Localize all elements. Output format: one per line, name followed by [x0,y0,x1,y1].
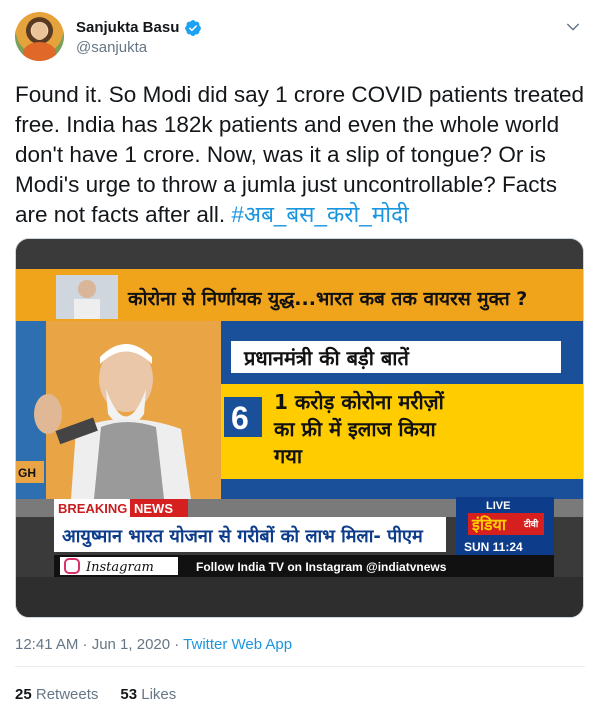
point-line-2: का फ्री में इलाज किया [273,417,436,441]
source-app-link[interactable]: Twitter Web App [183,636,292,653]
subheadline-text: प्रधानमंत्री की बड़ी बातें [243,346,410,370]
tv-screenshot: कोरोना से निर्णायक युद्ध...भारत कब तक वा… [16,239,583,617]
author-name-row: Sanjukta Basu [76,18,202,37]
clock: SUN 11:24 [464,540,523,554]
retweets-label: Retweets [35,686,99,703]
retweets-stat[interactable]: 25 Retweets [15,686,98,703]
person-hand [34,394,62,434]
person-vest [94,422,164,499]
tweet-meta: 12:41 AM · Jun 1, 2020 · Twitter Web App [15,636,292,653]
channel-name: इंडिया [471,515,507,534]
likes-label: Likes [141,686,177,703]
breaking-label: BREAKING [58,501,127,516]
channel-suffix: टीवी [523,518,539,530]
avatar-body [23,42,56,61]
chevron-down-icon[interactable] [564,18,582,36]
point-line-1: 1 करोड़ कोरोना मरीज़ों [274,390,445,414]
point-line-3: गया [273,444,303,468]
thumb-head [78,280,96,298]
retweets-count: 25 [15,686,32,703]
live-label: LIVE [486,500,510,512]
likes-count: 53 [120,686,138,703]
author-block: Sanjukta Basu @sanjukta [76,18,202,56]
bottom-frame [16,577,583,617]
instagram-label: Instagram [85,560,154,575]
thumb-body [74,299,100,319]
likes-stat[interactable]: 53 Likes [120,686,176,703]
hashtag-link[interactable]: #अब_बस_करो_मोदी [231,202,409,227]
author-handle[interactable]: @sanjukta [76,39,202,56]
avatar[interactable] [15,12,64,61]
author-name[interactable]: Sanjukta Basu [76,19,179,36]
avatar-face [32,22,47,40]
gh-label: GH [18,466,36,480]
divider [15,666,585,667]
verified-badge-icon [185,19,202,36]
tweet-media-image[interactable]: कोरोना से निर्णायक युद्ध...भारत कब तक वा… [15,238,584,618]
ticker-text: आयुष्मान भारत योजना से गरीबों को लाभ मिल… [62,525,424,548]
tweet-card: Sanjukta Basu @sanjukta Found it. So Mod… [0,0,600,718]
tweet-text: Found it. So Modi did say 1 crore COVID … [15,80,590,230]
point-number: 6 [231,400,249,436]
tweet-stats: 25 Retweets 53 Likes [15,686,176,703]
news-label: NEWS [134,501,173,516]
headline-text: कोरोना से निर्णायक युद्ध...भारत कब तक वा… [127,287,527,311]
follow-text: Follow India TV on Instagram @indiatvnew… [196,560,447,574]
tweet-timestamp[interactable]: 12:41 AM · Jun 1, 2020 · [15,636,183,653]
